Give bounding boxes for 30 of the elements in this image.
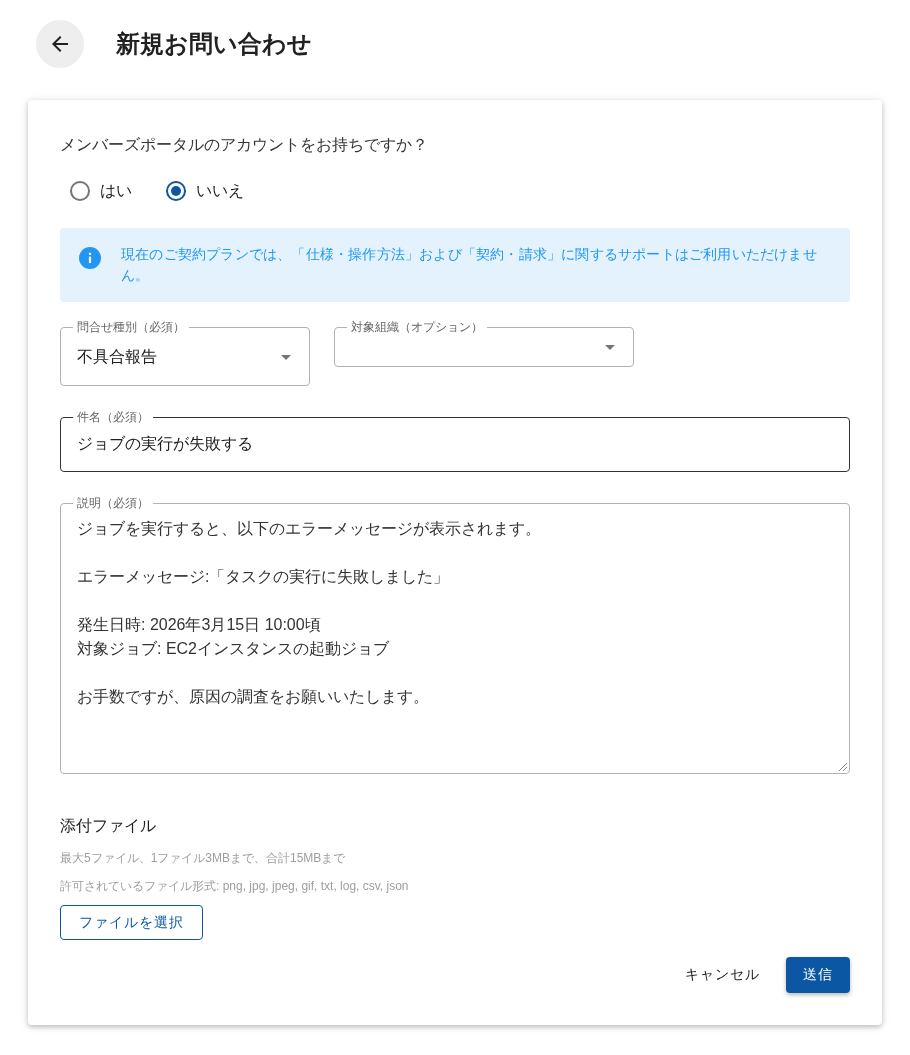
text-line: エラーメッセージ:「タスクの実行に失敗しました」 [77, 567, 450, 587]
text-line: 対象ジョブ: EC2インスタンスの起動ジョブ [77, 639, 389, 659]
question-label: メンバーズポータルのアカウントをお持ちですか？ [60, 135, 429, 155]
field-label: 問合せ種別（必須） [76, 319, 186, 335]
text-area[interactable]: 説明（必須） ジョブを実行すると、以下のエラーメッセージが表示されます。 エラーメッセージ:「タスクの実行に失敗しました」 発生日時: 2026年3月15日 10:00頃 対象ジョブ: EC2インスタンスの起動ジョブ お手数ですが、原因の調査をお願いいたします。 [60, 495, 850, 774]
radio-option[interactable]: いいえ [166, 179, 244, 203]
text-field[interactable]: 件名（必須） ジョブの実行が失敗する [60, 409, 850, 472]
text-line: お手数ですが、原因の調査をお願いいたします。 [77, 687, 429, 707]
dropdown-caret-icon [281, 354, 291, 360]
page-title: 新規お問い合わせ [116, 29, 312, 59]
dropdown-caret-icon [605, 345, 615, 350]
resize-grip-icon[interactable] [839, 763, 847, 771]
notice-text: 現在のご契約プランでは、「仕様・操作方法」および「契約・請求」に関するサポートはご利用いただけません。 [121, 245, 818, 285]
hint-text: 最大5ファイル、1ファイル3MBまで、合計15MBまで [60, 850, 347, 867]
field-label: 説明（必須） [76, 495, 150, 511]
dropdown-field[interactable]: 対象組織（オプション） [334, 319, 634, 367]
field-label: 対象組織（オプション） [350, 319, 484, 335]
hint-text: 許可されているファイル形式: png, jpg, jpeg, gif, txt, log, csv, json [60, 878, 410, 895]
submit-button[interactable]: 送信 [786, 957, 850, 993]
field-label: 件名（必須） [76, 409, 150, 425]
text-line: ジョブを実行すると、以下のエラーメッセージが表示されます。 [77, 519, 541, 539]
info-icon [79, 247, 101, 269]
section-title: 添付ファイル [60, 816, 157, 836]
arrow-left-icon [52, 36, 68, 52]
choose-file-button[interactable]: ファイルを選択 [60, 905, 203, 940]
radio-option[interactable]: はい [70, 179, 132, 203]
back-button[interactable] [36, 20, 84, 68]
dropdown-field[interactable]: 問合せ種別（必須） 不具合報告 [60, 319, 310, 386]
text-line: 発生日時: 2026年3月15日 10:00頃 [77, 615, 321, 635]
cancel-button[interactable]: キャンセル [675, 957, 770, 993]
